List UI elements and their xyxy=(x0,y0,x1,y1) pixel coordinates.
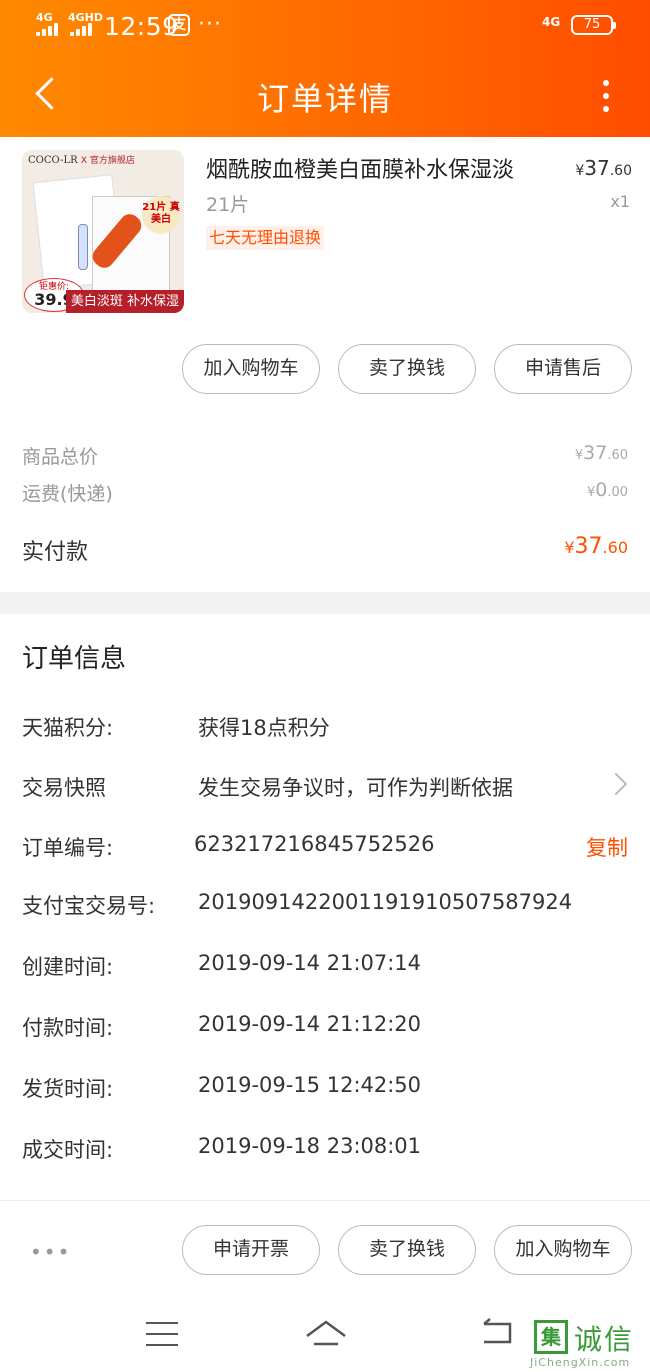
order-detail-page: 4G 4GHD 12:59 支 ··· 4G 75 订单详情 COCO-LR X… xyxy=(0,0,650,1372)
paid-value: ¥37.60 xyxy=(564,534,628,559)
resell-button[interactable]: 卖了换钱 xyxy=(338,344,476,394)
created-time-label: 创建时间: xyxy=(22,955,114,979)
return-policy-badge: 七天无理由退换 xyxy=(206,226,325,250)
alipay-trade-value: 2019091422001191910507587924 xyxy=(198,890,573,914)
order-info-title: 订单信息 xyxy=(22,644,127,674)
shipped-time-value: 2019-09-15 12:42:50 xyxy=(198,1073,422,1097)
page-title: 订单详情 xyxy=(256,80,393,118)
product-quantity: x1 xyxy=(610,192,630,211)
status-more-icon: ··· xyxy=(198,12,222,37)
snapshot-label[interactable]: 交易快照 xyxy=(22,772,106,802)
signal-bars-1-icon xyxy=(36,22,58,36)
product-spec: 21片 xyxy=(206,194,250,216)
order-number-label: 订单编号: xyxy=(22,836,114,860)
add-to-cart-button[interactable]: 加入购物车 xyxy=(182,344,320,394)
watermark-url: JiChengXin.com xyxy=(530,1356,631,1369)
network-4g-icon: 4G xyxy=(542,15,561,29)
nav-back-icon[interactable] xyxy=(480,1318,514,1348)
order-number-value: 623217216845752526 xyxy=(194,832,435,856)
paid-time-value: 2019-09-14 21:12:20 xyxy=(198,1012,422,1036)
alipay-icon: 支 xyxy=(168,14,190,36)
after-sale-button[interactable]: 申请售后 xyxy=(494,344,632,394)
watermark-logo: 集 诚信 JiChengXin.com xyxy=(530,1316,650,1372)
more-actions-icon[interactable]: ••• xyxy=(30,1240,71,1264)
deal-time-value: 2019-09-18 23:08:01 xyxy=(198,1134,422,1158)
watermark-icon: 集 xyxy=(534,1320,568,1354)
product-image-bubble: 21片 真美白 xyxy=(142,196,180,234)
header: 4G 4GHD 12:59 支 ··· 4G 75 订单详情 xyxy=(0,0,650,137)
product-name[interactable]: 烟酰胺血橙美白面膜补水保湿淡 xyxy=(206,152,514,184)
shipped-time-label: 发货时间: xyxy=(22,1077,114,1101)
product-image[interactable]: COCO-LR X 官方旗舰店 21片 真美白 钜惠价: 39.9 美白淡斑 补水… xyxy=(22,150,184,313)
product-image-brand: COCO-LR X 官方旗舰店 xyxy=(28,155,135,166)
subtotal-value: ¥37.60 xyxy=(574,442,628,464)
points-label: 天猫积分: xyxy=(22,716,114,740)
shipping-label: 运费(快递) xyxy=(22,483,113,505)
alipay-trade-label: 支付宝交易号: xyxy=(22,894,156,918)
points-value: 获得18点积分 xyxy=(198,716,330,740)
subtotal-label: 商品总价 xyxy=(22,446,99,468)
home-icon[interactable] xyxy=(304,1318,348,1352)
product-vial xyxy=(78,224,88,270)
signal-bars-2-icon xyxy=(70,22,92,36)
created-time-value: 2019-09-14 21:07:14 xyxy=(198,951,422,975)
snapshot-value[interactable]: 发生交易争议时，可作为判断依据 xyxy=(198,772,513,802)
copy-button[interactable]: 复制 xyxy=(586,832,628,862)
resell-bottom-button[interactable]: 卖了换钱 xyxy=(338,1225,476,1275)
product-image-promo: 美白淡斑 补水保湿 xyxy=(66,290,184,313)
request-invoice-button[interactable]: 申请开票 xyxy=(182,1225,320,1275)
status-bar: 4G 4GHD 12:59 支 ··· 4G 75 xyxy=(0,0,650,52)
section-divider xyxy=(0,592,650,614)
battery-icon: 75 xyxy=(571,15,616,35)
more-options-icon[interactable] xyxy=(592,76,620,116)
shipping-value: ¥0.00 xyxy=(586,479,628,501)
chevron-right-icon[interactable] xyxy=(604,772,628,796)
paid-label: 实付款 xyxy=(22,540,89,565)
menu-icon[interactable] xyxy=(146,1320,178,1348)
add-to-cart-bottom-button[interactable]: 加入购物车 xyxy=(494,1225,632,1275)
paid-time-label: 付款时间: xyxy=(22,1016,114,1040)
watermark-text: 诚信 xyxy=(574,1323,635,1356)
product-price: ¥37.60 xyxy=(575,156,632,180)
deal-time-label: 成交时间: xyxy=(22,1138,114,1162)
